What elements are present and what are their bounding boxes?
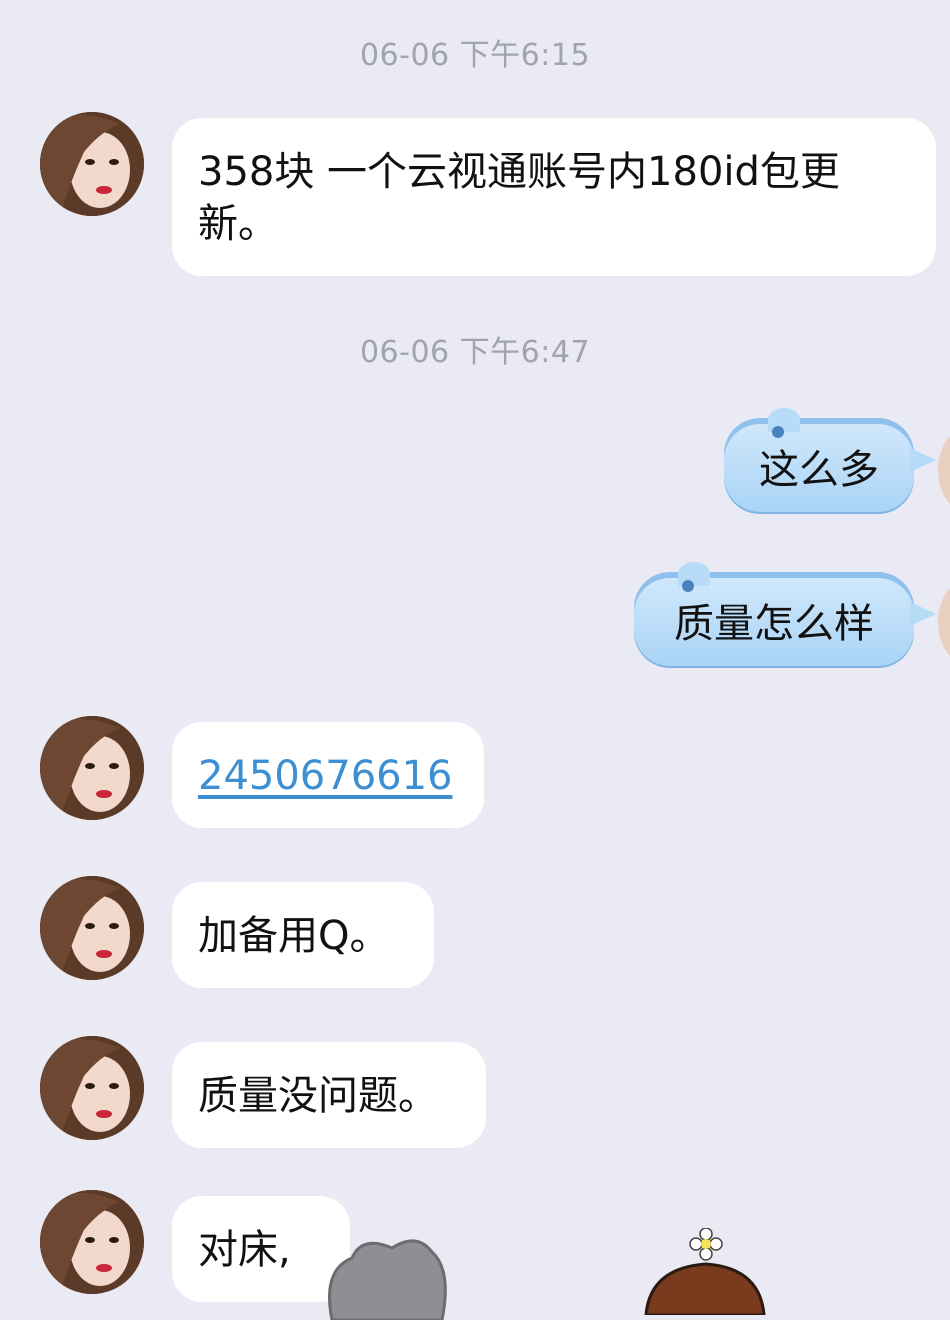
timestamp: 06-06 下午6:47 — [359, 335, 591, 370]
message-text: 这么多 — [759, 447, 879, 493]
avatar-icon — [40, 876, 144, 980]
avatar-icon — [40, 112, 144, 216]
contact-avatar[interactable] — [40, 716, 144, 820]
self-avatar[interactable] — [938, 430, 950, 510]
bubble-eye-decoration — [772, 426, 784, 438]
message-text: 质量没问题。 — [198, 1073, 438, 1119]
message-text: 358块 一个云视通账号内180id包更新。 — [198, 149, 840, 247]
avatar-icon — [40, 716, 144, 820]
avatar-icon — [40, 1036, 144, 1140]
timestamp: 06-06 下午6:15 — [359, 38, 591, 73]
phone-number-link[interactable]: 2450676616 — [198, 753, 453, 799]
contact-avatar[interactable] — [40, 1036, 144, 1140]
bubble-tail — [910, 448, 936, 472]
outgoing-message-bubble[interactable]: 这么多 — [724, 408, 936, 514]
avatar-icon — [40, 1190, 144, 1294]
incoming-message-bubble[interactable]: 质量没问题。 — [172, 1042, 486, 1148]
bubble-tail — [910, 602, 936, 626]
contact-avatar[interactable] — [40, 112, 144, 216]
contact-avatar[interactable] — [40, 1190, 144, 1294]
message-text: 加备用Q。 — [198, 913, 390, 959]
contact-avatar[interactable] — [40, 876, 144, 980]
self-avatar[interactable] — [938, 582, 950, 662]
bubble-eye-decoration — [682, 580, 694, 592]
gray-hair-sticker-icon — [328, 1239, 447, 1320]
incoming-message-bubble[interactable]: 加备用Q。 — [172, 882, 434, 988]
chat-window: 06-06 下午6:15 358块 一个云视通账号内180id包更新。 06-0… — [0, 0, 950, 1320]
incoming-message-bubble[interactable]: 358块 一个云视通账号内180id包更新。 — [172, 118, 936, 276]
flower-girl-sticker-icon — [644, 1228, 766, 1315]
incoming-message-bubble[interactable]: 2450676616 — [172, 722, 484, 828]
outgoing-message-bubble[interactable]: 质量怎么样 — [634, 562, 936, 668]
message-text: 质量怎么样 — [674, 601, 874, 647]
message-text: 对床, — [198, 1227, 291, 1273]
